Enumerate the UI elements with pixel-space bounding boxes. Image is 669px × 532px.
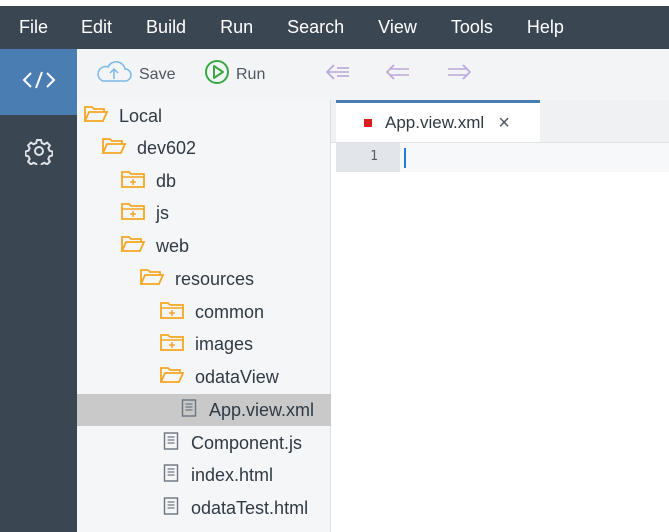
toolbar: Save Run xyxy=(77,49,669,101)
file-icon xyxy=(179,398,199,423)
tree-item-dev602[interactable]: dev602 xyxy=(77,132,354,164)
run-label: Run xyxy=(236,65,266,83)
save-button[interactable]: Save xyxy=(95,49,175,100)
folder-open-icon xyxy=(139,267,165,292)
navigate-forward-button[interactable] xyxy=(444,49,480,100)
menu-search[interactable]: Search xyxy=(287,17,344,38)
code-line[interactable] xyxy=(400,143,669,172)
tree-item-label: odataView xyxy=(195,366,279,387)
menu-run[interactable]: Run xyxy=(220,17,253,38)
tree-item-web[interactable]: web xyxy=(77,230,373,262)
folder-closed-icon xyxy=(159,300,185,325)
folder-closed-icon xyxy=(120,169,146,194)
editor-tab-strip: App.view.xml × xyxy=(331,100,669,143)
cloud-upload-icon xyxy=(95,60,139,89)
navigate-first-button[interactable] xyxy=(323,49,359,100)
run-button[interactable]: Run xyxy=(204,49,265,100)
tree-item-local[interactable]: Local xyxy=(77,100,336,132)
gear-icon xyxy=(23,137,53,170)
double-arrow-left-icon xyxy=(323,62,359,87)
tree-item-db[interactable]: db xyxy=(77,165,373,197)
menu-build[interactable]: Build xyxy=(146,17,186,38)
activity-bar xyxy=(0,49,77,532)
menu-tools[interactable]: Tools xyxy=(451,17,493,38)
tree-item-label: dev602 xyxy=(137,137,197,158)
modified-indicator xyxy=(364,118,372,127)
settings-button[interactable] xyxy=(0,120,77,186)
tree-item-label: common xyxy=(195,301,265,322)
tree-item-label: js xyxy=(156,202,169,223)
folder-closed-icon xyxy=(120,201,146,226)
play-circle-icon xyxy=(204,59,236,90)
arrow-right-icon xyxy=(444,62,480,87)
code-brackets-icon xyxy=(22,69,56,96)
navigate-back-button[interactable] xyxy=(383,49,419,100)
menu-help[interactable]: Help xyxy=(527,17,564,38)
text-cursor xyxy=(404,148,406,168)
file-icon xyxy=(161,431,181,456)
code-editor: App.view.xml × 1 xyxy=(331,100,669,532)
close-icon[interactable]: × xyxy=(498,113,510,133)
tree-item-label: Component.js xyxy=(191,432,303,453)
menu-file[interactable]: File xyxy=(19,17,48,38)
line-number: 1 xyxy=(370,149,378,164)
folder-open-icon xyxy=(83,104,109,129)
tree-item-label: resources xyxy=(175,268,255,289)
arrow-left-icon xyxy=(383,62,419,87)
file-tree: Local dev602 db js web resources common … xyxy=(77,100,432,532)
tab-label: App.view.xml xyxy=(385,112,485,132)
folder-open-icon xyxy=(120,234,146,259)
tree-item-label: App.view.xml xyxy=(209,399,315,420)
file-icon xyxy=(161,496,181,521)
menu-view[interactable]: View xyxy=(378,17,417,38)
active-line-gutter: 1 xyxy=(336,143,400,172)
tree-item-label: db xyxy=(156,170,177,191)
code-editor-button[interactable] xyxy=(0,49,77,115)
tree-item-label: Local xyxy=(119,105,163,126)
folder-open-icon xyxy=(101,136,127,161)
menubar: File Edit Build Run Search View Tools He… xyxy=(0,6,669,49)
tree-item-label: index.html xyxy=(191,464,274,485)
file-icon xyxy=(161,463,181,488)
tree-item-label: odataTest.html xyxy=(191,497,309,518)
menu-edit[interactable]: Edit xyxy=(81,17,112,38)
tree-item-label: images xyxy=(195,333,254,354)
tree-item-label: web xyxy=(156,235,190,256)
save-label: Save xyxy=(139,65,176,83)
line-number-gutter: 1 xyxy=(336,143,400,532)
tab-app-view-xml[interactable]: App.view.xml × xyxy=(336,100,540,142)
folder-open-icon xyxy=(159,365,185,390)
tree-item-js[interactable]: js xyxy=(77,197,373,229)
folder-closed-icon xyxy=(159,332,185,357)
